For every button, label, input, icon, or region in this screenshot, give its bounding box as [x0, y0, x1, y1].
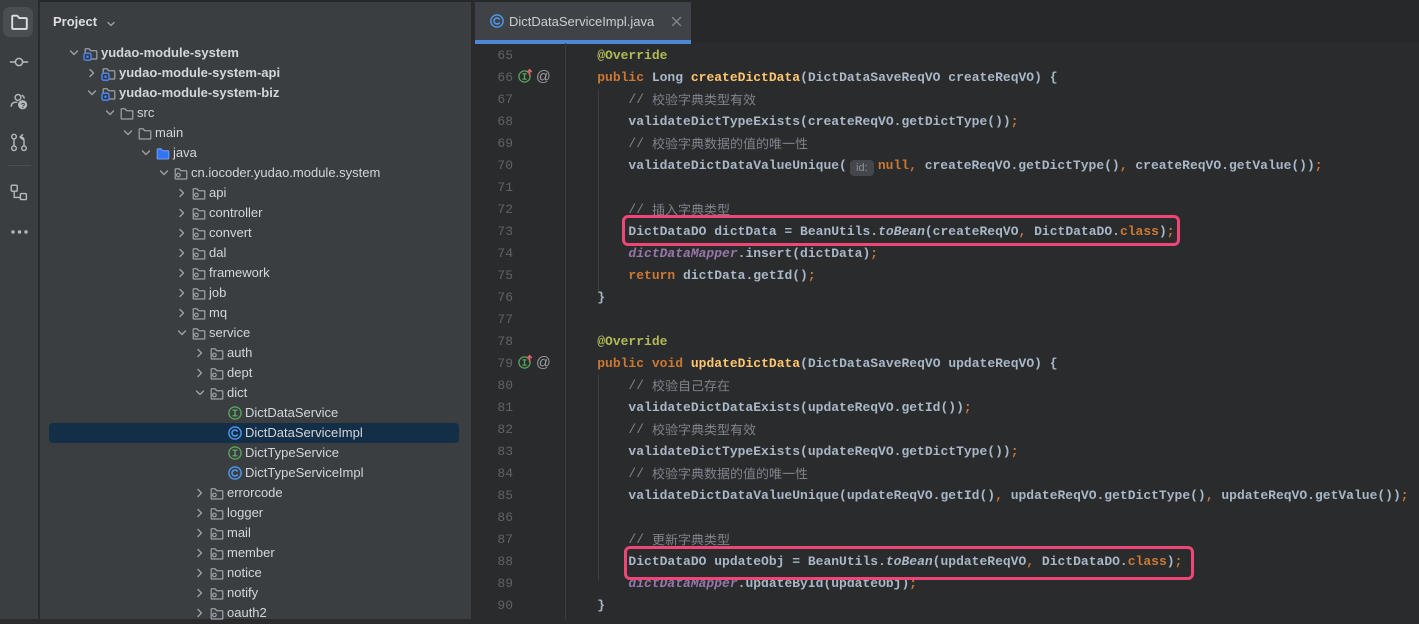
svg-text:?: ? [21, 101, 26, 110]
svg-text:@: @ [536, 69, 551, 84]
svg-text:@: @ [536, 355, 551, 370]
